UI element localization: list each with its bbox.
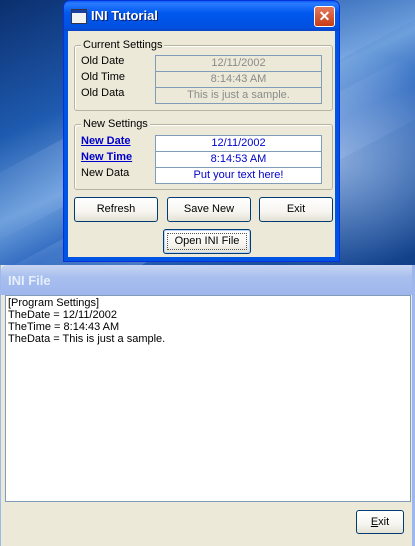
current-settings-group: Current Settings Old Date Old Time Old D… <box>74 39 333 111</box>
new-data-label: New Data <box>81 167 130 179</box>
exit-button[interactable]: Exit <box>259 197 333 222</box>
close-button[interactable]: ✕ <box>314 6 335 27</box>
old-time-label: Old Time <box>81 71 126 83</box>
new-settings-legend: New Settings <box>81 118 150 130</box>
old-time-field: 8:14:43 AM <box>155 71 322 88</box>
ini-line: TheTime = 8:14:43 AM <box>8 321 120 333</box>
ini-file-text-area[interactable]: [Program Settings] TheDate = 12/11/2002 … <box>5 295 411 502</box>
ini-file-title: INI File <box>8 273 51 288</box>
title-bar[interactable]: INI Tutorial ✕ <box>64 1 339 31</box>
window-client: Current Settings Old Date Old Time Old D… <box>68 31 335 257</box>
ini-line: TheDate = 12/11/2002 <box>8 309 117 321</box>
save-new-button[interactable]: Save New <box>167 197 251 222</box>
old-data-field: This is just a sample. <box>155 87 322 104</box>
ini-file-window: INI File [Program Settings] TheDate = 12… <box>0 265 415 546</box>
new-time-link[interactable]: New Time <box>81 151 132 163</box>
focus-rect <box>167 233 247 250</box>
current-settings-legend: Current Settings <box>81 39 165 51</box>
new-data-input[interactable]: Put your text here! <box>155 167 322 184</box>
new-date-link[interactable]: New Date <box>81 135 131 147</box>
exit-label-rest: xit <box>378 516 390 528</box>
new-settings-group: New Settings New Date New Time New Data … <box>74 118 333 190</box>
old-data-label: Old Data <box>81 87 125 99</box>
old-date-label: Old Date <box>81 55 125 67</box>
old-date-field: 12/11/2002 <box>155 55 322 72</box>
app-window-icon <box>71 9 87 24</box>
ini-line: TheData = This is just a sample. <box>8 333 166 345</box>
new-date-field[interactable]: 12/11/2002 <box>155 135 322 152</box>
refresh-button[interactable]: Refresh <box>74 197 158 222</box>
ini-exit-button[interactable]: Exit <box>356 510 404 534</box>
ini-file-title-bar[interactable]: INI File <box>1 265 415 295</box>
ini-line: [Program Settings] <box>8 297 100 309</box>
window-title: INI Tutorial <box>91 8 158 23</box>
ini-tutorial-window: INI Tutorial ✕ Current Settings Old Date… <box>63 0 340 262</box>
open-ini-file-button[interactable]: Open INI File <box>163 229 251 254</box>
new-time-field[interactable]: 8:14:53 AM <box>155 151 322 168</box>
